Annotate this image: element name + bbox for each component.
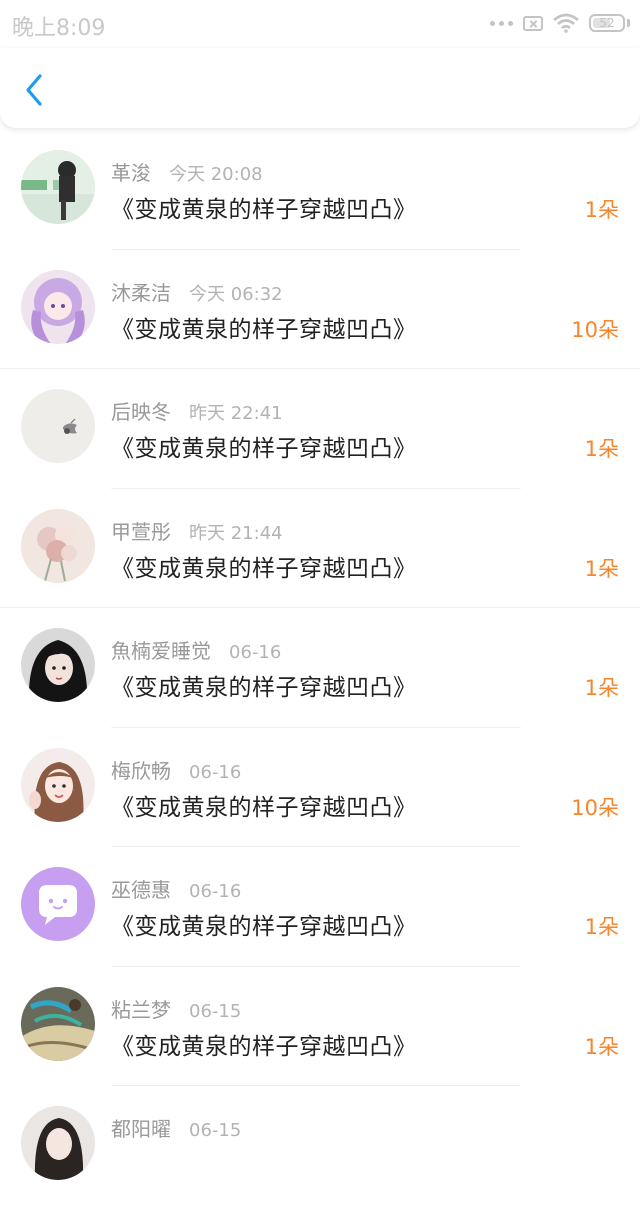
- avatar[interactable]: [21, 747, 95, 822]
- no-sim-icon: [523, 15, 543, 31]
- avatar[interactable]: [21, 986, 95, 1061]
- user-name[interactable]: 梅欣畅: [111, 755, 171, 784]
- avatar[interactable]: [21, 269, 95, 344]
- book-title: 《变成黄泉的样子穿越凹凸》: [111, 436, 417, 462]
- status-time: 晚上8:09: [12, 16, 106, 41]
- timestamp: 今天 20:08: [169, 164, 263, 185]
- book-title: 《变成黄泉的样子穿越凹凸》: [111, 555, 417, 582]
- flower-count: 1朵: [584, 437, 619, 461]
- timestamp: 06-15: [189, 1000, 242, 1022]
- list-item[interactable]: 沐柔洁 今天 06:32 《变成黄泉的样子穿越凹凸》 10朵: [0, 250, 640, 369]
- timestamp: 06-16: [189, 761, 242, 783]
- list-item[interactable]: 都阳曜 06-15: [0, 1086, 640, 1206]
- chevron-left-icon: [26, 74, 42, 106]
- name-line: 革浚 今天 20:08: [111, 157, 263, 186]
- avatar-image: [21, 747, 95, 822]
- flower-count: 1朵: [584, 915, 619, 939]
- name-line: 梅欣畅 06-16: [111, 755, 241, 784]
- book-title: 《变成黄泉的样子穿越凹凸》: [111, 1033, 417, 1060]
- book-title: 《变成黄泉的样子穿越凹凸》: [111, 914, 417, 940]
- avatar[interactable]: [21, 867, 95, 941]
- timestamp: 昨天 22:41: [189, 403, 283, 424]
- user-name[interactable]: 沐柔洁: [111, 277, 171, 306]
- avatar[interactable]: [21, 1106, 95, 1180]
- nav-bar: [0, 48, 640, 128]
- avatar-image: [21, 1106, 95, 1180]
- flower-count: 10朵: [571, 317, 619, 342]
- avatar-image: [21, 389, 95, 463]
- avatar-image: [21, 269, 95, 344]
- name-line: 巫德惠 06-16: [111, 874, 241, 903]
- avatar[interactable]: [21, 628, 95, 702]
- user-name[interactable]: 后映冬: [111, 396, 171, 425]
- name-line: 魚楠爱睡觉 06-16: [111, 635, 281, 664]
- flower-count: 1朵: [584, 198, 619, 222]
- battery-level: 52: [599, 16, 615, 30]
- user-name[interactable]: 巫德惠: [111, 874, 171, 903]
- battery-tip: [627, 19, 630, 27]
- list-item[interactable]: 粘兰梦 06-15 《变成黄泉的样子穿越凹凸》 1朵: [0, 967, 640, 1086]
- book-title: 《变成黄泉的样子穿越凹凸》: [111, 316, 417, 343]
- book-title: 《变成黄泉的样子穿越凹凸》: [111, 794, 417, 821]
- avatar[interactable]: [21, 508, 95, 583]
- flower-count: 1朵: [584, 676, 619, 700]
- avatar-image: [21, 867, 95, 941]
- gift-list: 革浚 今天 20:08 《变成黄泉的样子穿越凹凸》 1朵 沐柔洁 今天 06:3…: [0, 130, 640, 1206]
- avatar-image: [21, 628, 95, 702]
- list-item[interactable]: 巫德惠 06-16 《变成黄泉的样子穿越凹凸》 1朵: [0, 847, 640, 967]
- book-title: 《变成黄泉的样子穿越凹凸》: [111, 197, 417, 223]
- user-name[interactable]: 粘兰梦: [111, 994, 171, 1023]
- book-title: 《变成黄泉的样子穿越凹凸》: [111, 675, 417, 701]
- back-button[interactable]: [18, 70, 54, 110]
- timestamp: 昨天 21:44: [189, 522, 283, 544]
- user-name[interactable]: 革浚: [111, 157, 151, 186]
- user-name[interactable]: 甲萱彤: [111, 516, 171, 545]
- timestamp: 06-16: [189, 881, 242, 902]
- avatar[interactable]: [21, 150, 95, 224]
- avatar[interactable]: [21, 389, 95, 463]
- user-name[interactable]: 魚楠爱睡觉: [111, 635, 211, 664]
- timestamp: 今天 06:32: [189, 283, 283, 305]
- list-item[interactable]: 后映冬 昨天 22:41 《变成黄泉的样子穿越凹凸》 1朵: [0, 369, 640, 489]
- name-line: 后映冬 昨天 22:41: [111, 396, 283, 425]
- avatar-image: [21, 508, 95, 583]
- avatar-image: [21, 150, 95, 224]
- name-line: 甲萱彤 昨天 21:44: [111, 516, 283, 545]
- flower-count: 1朵: [584, 556, 619, 581]
- status-bar: 晚上8:09 52: [0, 0, 640, 48]
- name-line: 粘兰梦 06-15: [111, 994, 241, 1023]
- timestamp: 06-16: [229, 642, 282, 663]
- status-icons: 52: [490, 12, 630, 34]
- battery-icon: 52: [589, 14, 625, 32]
- flower-count: 10朵: [571, 795, 619, 820]
- name-line: 沐柔洁 今天 06:32: [111, 277, 283, 306]
- flower-count: 1朵: [584, 1034, 619, 1059]
- wifi-icon: [553, 13, 579, 33]
- list-item[interactable]: 甲萱彤 昨天 21:44 《变成黄泉的样子穿越凹凸》 1朵: [0, 489, 640, 608]
- more-dots-icon: [490, 20, 513, 26]
- list-item[interactable]: 梅欣畅 06-16 《变成黄泉的样子穿越凹凸》 10朵: [0, 728, 640, 847]
- list-item[interactable]: 魚楠爱睡觉 06-16 《变成黄泉的样子穿越凹凸》 1朵: [0, 608, 640, 728]
- avatar-image: [21, 986, 95, 1061]
- list-item[interactable]: 革浚 今天 20:08 《变成黄泉的样子穿越凹凸》 1朵: [0, 130, 640, 250]
